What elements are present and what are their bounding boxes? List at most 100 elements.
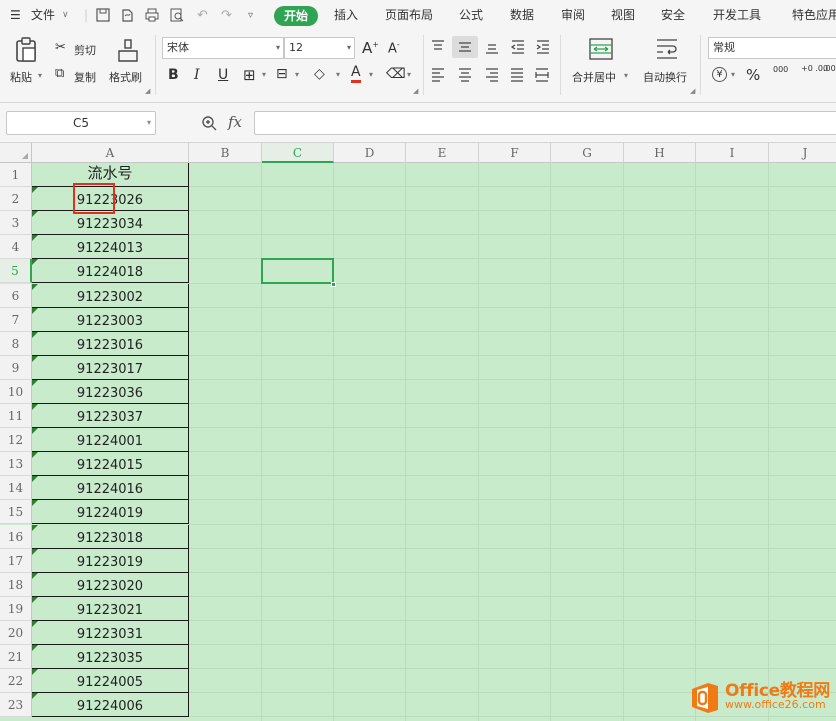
row-header-10[interactable]: 10: [0, 379, 32, 404]
borders-icon[interactable]: ⊞: [243, 66, 256, 84]
decrease-indent-icon[interactable]: [510, 40, 526, 54]
cell-a9[interactable]: 91223017: [32, 355, 189, 380]
align-middle-button[interactable]: [452, 36, 478, 58]
formula-input[interactable]: [254, 111, 836, 135]
cell-a7[interactable]: 91223003: [32, 307, 189, 332]
row-header-3[interactable]: 3: [0, 211, 32, 236]
percent-button[interactable]: %: [746, 66, 760, 84]
number-format-select[interactable]: 常规: [708, 37, 836, 59]
cell-a18[interactable]: 91223020: [32, 572, 189, 597]
undo-icon[interactable]: ↶: [197, 0, 208, 31]
customize-toolbar-icon[interactable]: ▿: [248, 0, 253, 31]
column-header-j[interactable]: J: [769, 143, 836, 163]
align-center-icon[interactable]: [457, 68, 473, 82]
tab-developer[interactable]: 开发工具: [713, 0, 761, 31]
cell-a22[interactable]: 91224005: [32, 669, 189, 694]
select-all-corner[interactable]: ◢: [0, 143, 32, 163]
sheet-grid[interactable]: ◢ A B C D E F G H I J 1 流水号 2 91223026 3 91223034 4 91224…: [0, 143, 836, 721]
chevron-down-icon[interactable]: ▾: [407, 70, 411, 79]
column-header-i[interactable]: I: [696, 143, 769, 163]
wrap-text-button[interactable]: 自动换行: [643, 69, 687, 85]
active-cell-c5[interactable]: [261, 258, 334, 285]
row-header-11[interactable]: 11: [0, 404, 32, 429]
cell-a20[interactable]: 91223031: [32, 620, 189, 645]
column-header-c[interactable]: C: [262, 143, 334, 163]
cell-a14[interactable]: 91224016: [32, 476, 189, 501]
paste-icon[interactable]: [14, 37, 40, 65]
cell-a8[interactable]: 91223016: [32, 331, 189, 356]
column-header-h[interactable]: H: [624, 143, 696, 163]
increase-indent-icon[interactable]: [535, 40, 551, 54]
cell-a10[interactable]: 91223036: [32, 379, 189, 404]
name-box[interactable]: C5 ▾: [6, 111, 156, 135]
wrap-text-icon[interactable]: [655, 38, 679, 60]
row-header-19[interactable]: 19: [0, 596, 32, 621]
row-header-9[interactable]: 9: [0, 355, 32, 380]
tab-page-layout[interactable]: 页面布局: [385, 0, 433, 31]
distributed-icon[interactable]: [534, 68, 550, 82]
cell-a19[interactable]: 91223021: [32, 596, 189, 621]
row-header-8[interactable]: 8: [0, 331, 32, 356]
justify-icon[interactable]: [509, 68, 525, 82]
chevron-down-icon[interactable]: ▾: [336, 70, 340, 79]
currency-icon[interactable]: ¥: [712, 67, 727, 82]
column-header-g[interactable]: G: [551, 143, 624, 163]
row-header-20[interactable]: 20: [0, 620, 32, 645]
row-header-2[interactable]: 2: [0, 187, 32, 212]
fill-color-icon[interactable]: ◇: [314, 66, 325, 82]
column-header-a[interactable]: A: [32, 143, 189, 163]
align-top-icon[interactable]: [430, 40, 446, 54]
paste-button[interactable]: 粘贴: [10, 69, 32, 85]
cell-a13[interactable]: 91224015: [32, 452, 189, 477]
row-header-18[interactable]: 18: [0, 572, 32, 597]
fill-handle[interactable]: [331, 281, 336, 287]
increase-font-icon[interactable]: A+: [362, 39, 379, 57]
tab-review[interactable]: 审阅: [561, 0, 585, 31]
cell-a11[interactable]: 91223037: [32, 404, 189, 429]
cell-a12[interactable]: 91224001: [32, 428, 189, 453]
row-header-4[interactable]: 4: [0, 235, 32, 260]
font-launcher-icon[interactable]: ◢: [413, 87, 418, 95]
format-painter-button[interactable]: 格式刷: [109, 69, 142, 85]
bold-icon[interactable]: B: [168, 67, 179, 83]
cell-a3[interactable]: 91223034: [32, 211, 189, 236]
save-icon[interactable]: [95, 7, 111, 23]
increase-decimal-button[interactable]: +0 .00: [801, 64, 828, 73]
clipboard-launcher-icon[interactable]: ◢: [145, 87, 150, 95]
tab-data[interactable]: 数据: [510, 0, 534, 31]
zoom-search-icon[interactable]: [201, 115, 217, 131]
thousands-separator-button[interactable]: 000: [773, 65, 788, 74]
file-menu[interactable]: 文件: [31, 0, 55, 31]
column-header-f[interactable]: F: [479, 143, 551, 163]
chevron-down-icon[interactable]: ∨: [62, 0, 69, 31]
row-header-23[interactable]: 23: [0, 693, 32, 718]
paste-dropdown-icon[interactable]: ▾: [38, 71, 42, 80]
cell-a6[interactable]: 91223002: [32, 283, 189, 308]
row-header-16[interactable]: 16: [0, 524, 32, 549]
row-header-5[interactable]: 5: [0, 259, 32, 284]
decrease-font-icon[interactable]: A-: [388, 40, 400, 56]
italic-icon[interactable]: I: [194, 67, 200, 83]
merge-center-button[interactable]: 合并居中: [572, 69, 616, 85]
clear-format-icon[interactable]: ⌫: [386, 66, 406, 82]
row-header-7[interactable]: 7: [0, 307, 32, 332]
tab-insert[interactable]: 插入: [334, 0, 358, 31]
chevron-down-icon[interactable]: ▾: [369, 70, 373, 79]
merge-cells-icon[interactable]: [589, 38, 613, 60]
cell-a17[interactable]: 91223019: [32, 548, 189, 573]
tab-view[interactable]: 视图: [611, 0, 635, 31]
format-painter-icon[interactable]: [117, 39, 139, 63]
tab-special[interactable]: 特色应用: [792, 0, 836, 31]
row-header-1[interactable]: 1: [0, 163, 32, 188]
cell-a23[interactable]: 91224006: [32, 693, 189, 718]
row-header-17[interactable]: 17: [0, 548, 32, 573]
row-header-15[interactable]: 15: [0, 500, 32, 525]
row-header-22[interactable]: 22: [0, 669, 32, 694]
chevron-down-icon[interactable]: ▾: [262, 70, 266, 79]
cell-a16[interactable]: 91223018: [32, 524, 189, 549]
decrease-decimal-button[interactable]: .00 →0: [823, 64, 836, 73]
fx-icon[interactable]: fx: [228, 113, 242, 131]
column-header-d[interactable]: D: [334, 143, 406, 163]
underline-icon[interactable]: U: [218, 67, 228, 83]
tab-formulas[interactable]: 公式: [459, 0, 483, 31]
